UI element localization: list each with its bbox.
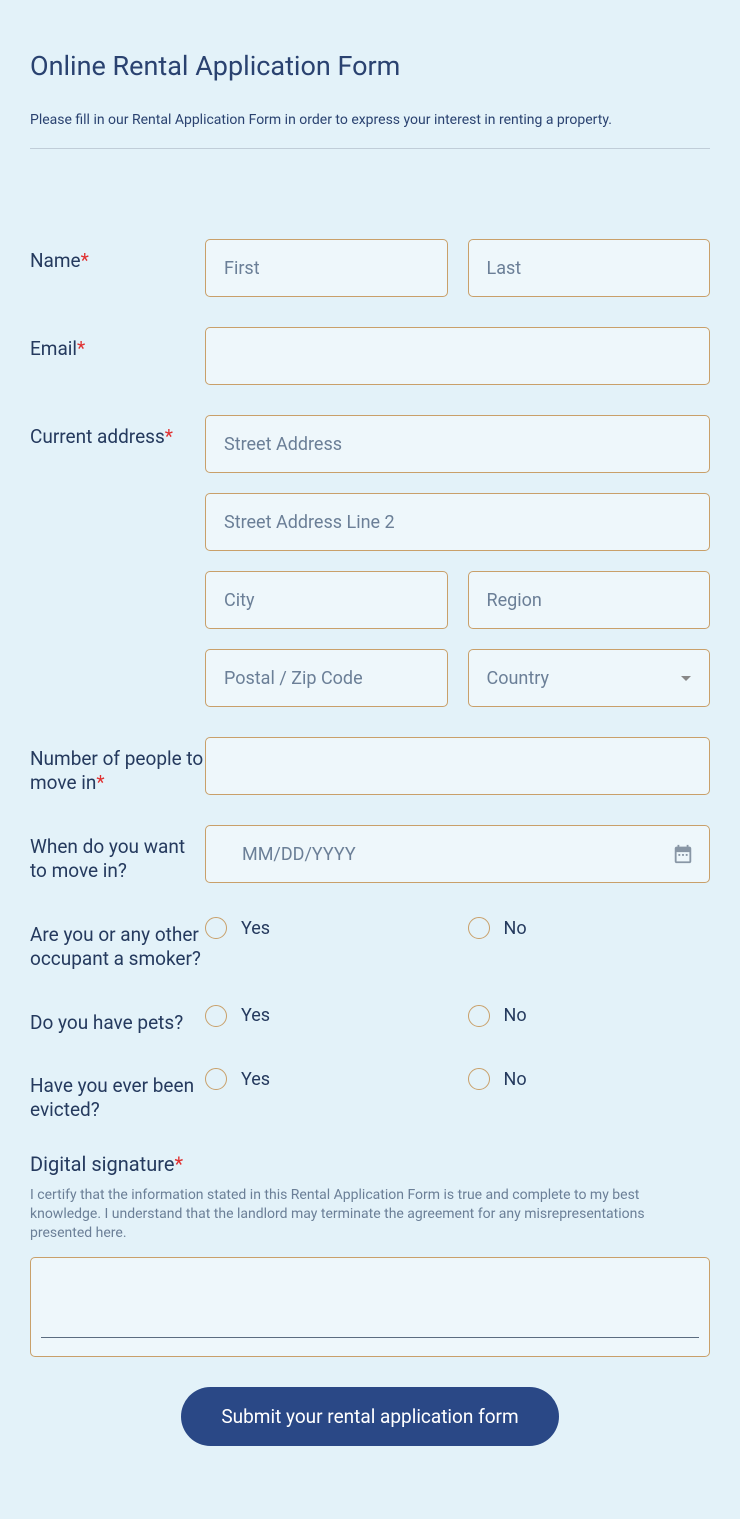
pets-label: Do you have pets? [30,1001,205,1035]
pets-yes-radio[interactable]: Yes [205,1005,448,1027]
move-date-field[interactable] [205,825,710,883]
pets-no-radio[interactable]: No [468,1005,711,1027]
radio-icon [468,1005,490,1027]
city-input[interactable] [205,571,448,629]
page-title: Online Rental Application Form [30,50,710,82]
signature-helper-text: I certify that the information stated in… [30,1186,710,1243]
evicted-no-radio[interactable]: No [468,1068,711,1090]
smoker-no-radio[interactable]: No [468,917,711,939]
smoker-yes-radio[interactable]: Yes [205,917,448,939]
smoker-label: Are you or any other occupant a smoker? [30,913,205,971]
postal-input[interactable] [205,649,448,707]
country-placeholder: Country [487,668,550,689]
radio-label: Yes [241,1069,270,1090]
required-mark: * [96,771,104,794]
email-label: Email* [30,327,205,361]
move-date-input[interactable] [224,826,672,882]
name-label: Name* [30,239,205,273]
page-subtitle: Please fill in our Rental Application Fo… [30,112,710,128]
street2-input[interactable] [205,493,710,551]
radio-label: No [504,1005,527,1026]
radio-label: No [504,918,527,939]
radio-icon [205,1005,227,1027]
people-input[interactable] [205,737,710,795]
email-input[interactable] [205,327,710,385]
signature-label: Digital signature* [30,1152,710,1176]
required-mark: * [174,1152,183,1176]
street-input[interactable] [205,415,710,473]
radio-icon [468,1068,490,1090]
country-select[interactable]: Country [468,649,711,707]
radio-label: Yes [241,1005,270,1026]
first-name-input[interactable] [205,239,448,297]
last-name-input[interactable] [468,239,711,297]
evicted-yes-radio[interactable]: Yes [205,1068,448,1090]
radio-label: No [504,1069,527,1090]
chevron-down-icon [681,676,691,681]
signature-pad[interactable] [30,1257,710,1357]
required-mark: * [165,425,173,448]
required-mark: * [77,337,85,360]
radio-icon [205,1068,227,1090]
required-mark: * [81,249,89,272]
move-date-label: When do you want to move in? [30,825,205,883]
signature-line [41,1337,699,1338]
region-input[interactable] [468,571,711,629]
calendar-icon [672,843,694,865]
people-label: Number of people to move in* [30,737,205,795]
submit-button[interactable]: Submit your rental application form [181,1387,558,1446]
radio-icon [468,917,490,939]
radio-label: Yes [241,918,270,939]
radio-icon [205,917,227,939]
divider [30,148,710,149]
address-label: Current address* [30,415,205,449]
evicted-label: Have you ever been evicted? [30,1064,205,1122]
